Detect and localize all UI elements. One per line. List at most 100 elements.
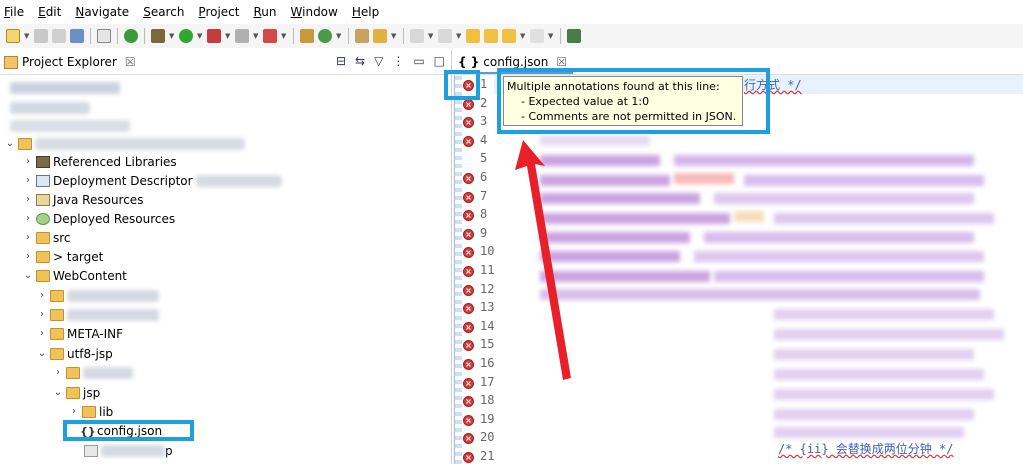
run-icon[interactable] <box>179 29 193 43</box>
chevron-down-icon[interactable]: ▼ <box>520 32 526 40</box>
tree-item-blurred[interactable]: › <box>52 363 133 382</box>
menu-window[interactable]: Window <box>291 5 338 19</box>
error-marker-icon[interactable]: × <box>463 377 474 389</box>
skip-breakpoints-icon[interactable] <box>97 29 111 43</box>
tree-item-blurred[interactable]: › <box>36 286 159 305</box>
tree-item-target[interactable]: › > target <box>22 247 103 266</box>
error-marker-icon[interactable]: × <box>463 117 474 129</box>
list-item[interactable] <box>10 98 90 117</box>
maximize-icon[interactable]: □ <box>434 54 445 68</box>
error-marker-icon[interactable]: × <box>463 452 474 463</box>
view-menu-icon[interactable]: ⋮ <box>392 54 404 68</box>
open-type-icon[interactable] <box>355 29 369 43</box>
menu-run[interactable]: Run <box>253 5 276 19</box>
menu-file[interactable]: File <box>4 5 24 19</box>
chevron-down-icon[interactable]: ▼ <box>24 32 30 40</box>
error-marker-icon[interactable]: × <box>463 191 474 203</box>
chevron-right-icon[interactable]: › <box>22 213 34 224</box>
last-edit-location-icon[interactable] <box>466 29 480 43</box>
chevron-right-icon[interactable]: › <box>22 232 34 243</box>
list-item[interactable] <box>10 78 120 97</box>
tree-item-deployment-descriptor[interactable]: › Deployment Descriptor <box>22 171 282 190</box>
stop-icon[interactable] <box>235 29 249 43</box>
tree-item-lib[interactable]: › lib <box>68 402 113 421</box>
chevron-down-icon[interactable]: ⌄ <box>52 387 64 398</box>
tree-item-webcontent[interactable]: ⌄ WebContent <box>22 266 127 285</box>
menu-edit[interactable]: Edit <box>38 5 61 19</box>
chevron-right-icon[interactable]: › <box>36 328 48 339</box>
tree-item-blurred-file[interactable]: p <box>82 441 173 460</box>
chevron-right-icon[interactable]: › <box>22 251 34 262</box>
overview-ruler[interactable] <box>454 75 462 464</box>
chevron-right-icon[interactable]: › <box>22 194 34 205</box>
external-tools-icon[interactable] <box>263 29 277 43</box>
chevron-down-icon[interactable]: ▼ <box>336 32 342 40</box>
chevron-down-icon[interactable]: ▼ <box>197 32 203 40</box>
error-marker-icon[interactable]: × <box>463 135 474 147</box>
menu-search[interactable]: Search <box>143 5 184 19</box>
menu-help[interactable]: Help <box>352 5 379 19</box>
coverage-icon[interactable] <box>207 29 221 43</box>
chevron-right-icon[interactable]: › <box>36 290 48 301</box>
error-marker-icon[interactable]: × <box>463 321 474 333</box>
debug-icon[interactable] <box>151 29 165 43</box>
error-marker-icon[interactable]: × <box>463 340 474 352</box>
tree-item-jsp[interactable]: ⌄ jsp <box>52 383 100 402</box>
close-icon[interactable]: ☒ <box>556 55 567 69</box>
chevron-down-icon[interactable]: ▼ <box>428 32 434 40</box>
open-task-icon[interactable] <box>373 29 387 43</box>
server-start-icon[interactable] <box>124 29 138 43</box>
link-editor-icon[interactable]: ⇆ <box>355 54 365 68</box>
list-item[interactable] <box>10 116 130 135</box>
chevron-down-icon[interactable]: ▼ <box>225 32 231 40</box>
chevron-right-icon[interactable]: › <box>22 175 34 186</box>
error-marker-icon[interactable]: × <box>463 247 474 259</box>
error-marker-icon[interactable]: × <box>463 173 474 184</box>
menu-project[interactable]: Project <box>198 5 239 19</box>
chevron-right-icon[interactable]: › <box>52 367 64 378</box>
next-annotation-icon[interactable] <box>410 29 424 43</box>
close-icon[interactable]: ☒ <box>125 55 136 69</box>
chevron-down-icon[interactable]: ▼ <box>253 32 259 40</box>
filter-icon[interactable]: ▽ <box>374 54 383 68</box>
forward-edit-icon[interactable] <box>484 29 498 43</box>
error-marker-icon[interactable]: × <box>463 303 474 315</box>
forward-icon[interactable] <box>530 29 544 43</box>
tree-item-utf8-jsp[interactable]: ⌄ utf8-jsp <box>36 344 113 363</box>
chevron-down-icon[interactable]: ▼ <box>281 32 287 40</box>
error-marker-icon[interactable]: × <box>463 359 474 370</box>
tree-item-referenced-libraries[interactable]: › Referenced Libraries <box>22 152 177 171</box>
save-icon[interactable] <box>34 29 48 43</box>
chevron-right-icon[interactable]: › <box>22 156 34 167</box>
previous-annotation-icon[interactable] <box>438 29 452 43</box>
new-icon[interactable] <box>6 29 20 43</box>
print-icon[interactable] <box>70 29 84 43</box>
chevron-down-icon[interactable]: ▼ <box>548 32 554 40</box>
tree-item-meta-inf[interactable]: › META-INF <box>36 324 123 343</box>
error-marker-icon[interactable]: × <box>463 228 474 240</box>
chevron-right-icon[interactable]: › <box>68 406 80 417</box>
chevron-down-icon[interactable]: ▼ <box>456 32 462 40</box>
minimize-icon[interactable]: ▭ <box>413 54 424 68</box>
error-marker-icon[interactable]: × <box>463 433 474 445</box>
tree-item-deployed-resources[interactable]: › Deployed Resources <box>22 209 175 228</box>
chevron-right-icon[interactable]: › <box>36 309 48 320</box>
collapse-all-icon[interactable]: ⊟ <box>336 54 346 68</box>
new-class-icon[interactable] <box>318 29 332 43</box>
tree-item-src[interactable]: › src <box>22 228 71 247</box>
new-java-package-icon[interactable] <box>300 29 314 43</box>
error-marker-icon[interactable]: × <box>463 266 474 277</box>
open-perspective-icon[interactable] <box>567 29 581 43</box>
chevron-down-icon[interactable]: ⌄ <box>22 270 34 281</box>
error-marker-icon[interactable]: × <box>463 98 474 110</box>
chevron-down-icon[interactable]: ▼ <box>169 32 175 40</box>
menu-navigate[interactable]: Navigate <box>75 5 129 19</box>
chevron-down-icon[interactable]: ⌄ <box>36 348 48 359</box>
error-marker-icon[interactable]: × <box>463 210 474 222</box>
chevron-down-icon[interactable]: ▼ <box>391 32 397 40</box>
error-marker-icon[interactable]: × <box>463 284 474 296</box>
tree-item-blurred[interactable]: › <box>36 305 159 324</box>
error-marker-icon[interactable]: × <box>463 396 474 408</box>
save-all-icon[interactable] <box>52 29 66 43</box>
chevron-down-icon[interactable]: ⌄ <box>4 138 16 149</box>
